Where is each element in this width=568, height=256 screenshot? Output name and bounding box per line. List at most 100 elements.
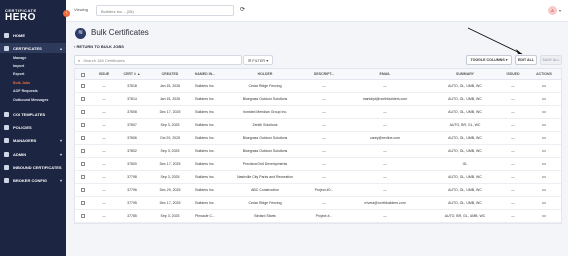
- row-checkbox[interactable]: [81, 214, 85, 218]
- column-header-email[interactable]: EMAIL: [339, 72, 431, 76]
- sidebar-item-admin[interactable]: ADMIN ▾: [0, 149, 66, 159]
- cell-holder: Nashville City Parks and Recreation: [237, 175, 293, 179]
- cell-summary: AUTO, GL, UMB, WC: [448, 175, 482, 179]
- logo-main-text: HERO: [5, 12, 36, 23]
- row-actions-menu[interactable]: •••: [527, 123, 561, 127]
- column-header-summary[interactable]: SUMMARY: [431, 72, 499, 76]
- logo[interactable]: CERTIFICATE HERO: [5, 8, 61, 23]
- cell-summary: AUTO, GL, UMB, WC: [448, 97, 482, 101]
- cell-issue: —: [102, 84, 106, 88]
- cell-summary: AUTO, GL, UMB, WC: [448, 188, 482, 192]
- table-row[interactable]: — 37798 Sep 3, 2025 Builders Inc. Nashville …: [75, 171, 561, 184]
- row-actions-menu[interactable]: •••: [527, 136, 561, 140]
- row-actions-menu[interactable]: •••: [527, 201, 561, 205]
- row-checkbox[interactable]: [81, 84, 85, 88]
- row-actions-menu[interactable]: •••: [527, 214, 561, 218]
- table-row[interactable]: — 37796 Dec 29, 2025 Builders Inc. ABC Const…: [75, 184, 561, 197]
- row-checkbox[interactable]: [81, 110, 85, 114]
- cell-issue: —: [102, 136, 106, 140]
- chevron-down-icon[interactable]: ▾: [559, 8, 561, 13]
- sidebar-item-coi-templates[interactable]: COI TEMPLATES: [0, 109, 66, 119]
- table-row[interactable]: — 37818 Jan 15, 2026 Builders Inc. Cedar Rid…: [75, 80, 561, 93]
- row-actions-menu[interactable]: •••: [527, 188, 561, 192]
- row-checkbox[interactable]: [81, 175, 85, 179]
- row-checkbox[interactable]: [81, 136, 85, 140]
- cell-issued: —: [511, 149, 515, 153]
- column-header-actions[interactable]: ACTIONS: [527, 72, 561, 76]
- cell-issued: —: [511, 214, 515, 218]
- search-input[interactable]: ⌕ Search 168 Certificates: [74, 55, 242, 65]
- column-header-issued[interactable]: ISSUED: [499, 72, 527, 76]
- row-actions-menu[interactable]: •••: [527, 110, 561, 114]
- cell-email: —: [383, 214, 387, 218]
- cell-issue: —: [102, 162, 106, 166]
- row-actions-menu[interactable]: •••: [527, 84, 561, 88]
- certificates-table: ISSUE CERT # ▲ CREATED NAMED IN... HOLDER DES…: [74, 68, 562, 224]
- cell-named: Builders Inc.: [195, 110, 215, 114]
- sidebar-item-broker-config[interactable]: BROKER CONFIG ▾: [0, 175, 66, 185]
- cell-summary: AUTO, GL, UMB, WC: [448, 149, 482, 153]
- cell-desc: —: [322, 201, 326, 205]
- account-select[interactable]: Builders Inc. - (28): [96, 5, 234, 16]
- managers-icon: [4, 137, 9, 143]
- column-header-issue[interactable]: ISSUE: [93, 72, 115, 76]
- column-header-cert[interactable]: CERT # ▲: [119, 72, 145, 76]
- row-checkbox[interactable]: [81, 201, 85, 205]
- column-header-created[interactable]: CREATED: [149, 72, 191, 76]
- column-header-desc[interactable]: DESCRIPT...: [309, 72, 339, 76]
- table-row[interactable]: — 37806 Oct 29, 2025 Builders Inc. Bluegrass…: [75, 132, 561, 145]
- cell-desc: —: [322, 149, 326, 153]
- chevron-icon: ▴: [59, 45, 62, 51]
- table-row[interactable]: — 37807 Sep 3, 2025 Builders Inc. Zenith Sol…: [75, 119, 561, 132]
- avatar[interactable]: A: [548, 6, 557, 15]
- cell-created: Sep 3, 2025: [160, 149, 180, 153]
- row-actions-menu[interactable]: •••: [527, 149, 561, 153]
- sidebar-subitem-import[interactable]: Import: [13, 64, 24, 68]
- refresh-icon[interactable]: ⟳: [240, 6, 245, 13]
- cell-issued: —: [511, 201, 515, 205]
- table-row[interactable]: — 37814 Jan 15, 2026 Builders Inc. Bluegrass…: [75, 93, 561, 106]
- table-row[interactable]: — 37808 Dec 17, 2025 Builders Inc. Ironsted …: [75, 106, 561, 119]
- sidebar-item-policies[interactable]: POLICIES: [0, 122, 66, 132]
- sidebar-subitem-outbound-messages[interactable]: Outbound Messages: [13, 98, 48, 102]
- chevron-icon: ▾: [59, 151, 62, 157]
- table-row[interactable]: — 37802 Sep 3, 2025 Builders Inc. Bluegrass …: [75, 145, 561, 158]
- row-checkbox[interactable]: [81, 123, 85, 127]
- collapse-sidebar-button[interactable]: ‹: [63, 10, 70, 17]
- cell-email: —: [383, 162, 387, 166]
- return-to-bulk-jobs-link[interactable]: ‹ RETURN TO BULK JOBS: [74, 44, 124, 49]
- column-header-holder[interactable]: HOLDER: [221, 72, 309, 76]
- select-all-checkbox[interactable]: [81, 72, 85, 77]
- cell-cert: 37795: [127, 201, 137, 205]
- cell-holder: ABC Construction: [251, 188, 279, 192]
- column-header-named[interactable]: NAMED IN...: [191, 72, 219, 76]
- cell-email: —: [383, 175, 387, 179]
- sidebar-subitem-bulk-jobs[interactable]: Bulk Jobs: [13, 81, 30, 85]
- row-checkbox[interactable]: [81, 149, 85, 153]
- row-checkbox[interactable]: [81, 97, 85, 101]
- row-checkbox[interactable]: [81, 162, 85, 166]
- cell-created: Jan 15, 2026: [159, 84, 181, 88]
- row-actions-menu[interactable]: •••: [527, 162, 561, 166]
- table-row[interactable]: — 37785 Sep 3, 2025 Pinnacle C... Birdsrd St…: [75, 210, 561, 223]
- sidebar-item-certificates[interactable]: CERTIFICATES ▴: [0, 43, 66, 53]
- filter-button[interactable]: ☰ FILTER ▾: [243, 55, 273, 65]
- sidebar-item-home[interactable]: HOME: [0, 30, 66, 40]
- save-all-button[interactable]: SAVE ALL: [540, 55, 562, 65]
- row-checkbox[interactable]: [81, 188, 85, 192]
- sidebar-item-managers[interactable]: MANAGERS ▾: [0, 135, 66, 145]
- cell-issue: —: [102, 201, 106, 205]
- sidebar-subitem-manage[interactable]: Manage: [13, 56, 26, 60]
- cell-desc: Project #0...: [314, 188, 334, 192]
- sidebar-item-label: INBOUND CERTIFICATES: [13, 164, 62, 170]
- sidebar-subitem-export[interactable]: Export: [13, 72, 24, 76]
- table-row[interactable]: — 37800 Dec 17, 2025 Builders Inc. Precision…: [75, 158, 561, 171]
- cell-issue: —: [102, 97, 106, 101]
- sidebar-item-inbound-certificates[interactable]: INBOUND CERTIFICATES: [0, 162, 66, 172]
- row-actions-menu[interactable]: •••: [527, 97, 561, 101]
- table-row[interactable]: — 37795 Dec 17, 2025 Builders Inc. Cedar Rid…: [75, 197, 561, 210]
- cell-holder: Ironsted Meridian Group Inc.: [242, 110, 288, 114]
- cell-desc: —: [322, 110, 326, 114]
- sidebar-subitem-aof-requests[interactable]: AOF Requests: [13, 89, 38, 93]
- row-actions-menu[interactable]: •••: [527, 175, 561, 179]
